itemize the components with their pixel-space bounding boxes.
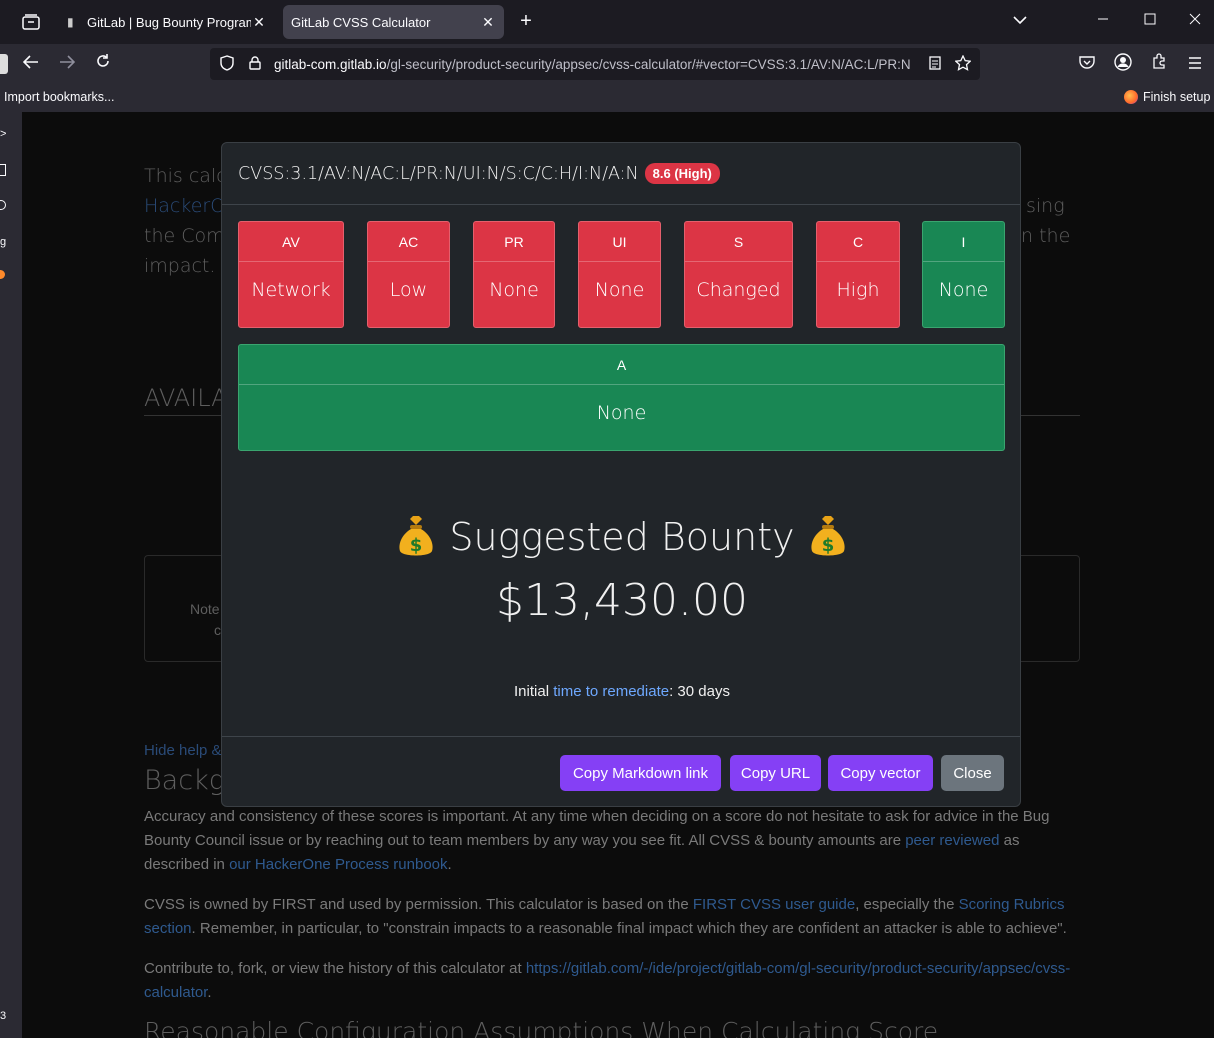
minimize-icon[interactable] (1097, 12, 1109, 28)
metric-ac[interactable]: AC Low (367, 221, 450, 328)
sidebar-chevron-icon[interactable]: > (0, 128, 6, 140)
metric-s[interactable]: S Changed (684, 221, 793, 328)
copy-markdown-link-button[interactable]: Copy Markdown link (560, 755, 721, 791)
hide-help-link[interactable]: Hide help & (144, 742, 222, 759)
sidebar-extension-icon[interactable] (0, 270, 5, 279)
cvss-result-modal: CVSS:3.1/AV:N/AC:L/PR:N/UI:N/S:C/C:H/I:N… (221, 142, 1021, 807)
metric-i[interactable]: I None (922, 221, 1005, 328)
metric-value: None (938, 279, 989, 301)
metric-label: S (685, 222, 792, 262)
metric-value: Network (251, 279, 331, 301)
metric-label: A (239, 345, 1004, 385)
tab-cvss-calculator[interactable]: GitLab CVSS Calculator ✕ (283, 5, 504, 39)
tab-title: GitLab CVSS Calculator (291, 14, 431, 30)
tab-bug-bounty[interactable]: ▮ GitLab | Bug Bounty Program Po ✕ (59, 5, 275, 39)
gitlab-favicon-icon: ▮ (67, 15, 74, 29)
url-bar[interactable]: gitlab-com.gitlab.io/gl-security/product… (210, 48, 980, 80)
forward-icon[interactable] (56, 53, 78, 75)
import-bookmarks-link[interactable]: Import bookmarks... (4, 90, 114, 104)
accuracy-paragraph: Accuracy and consistency of these scores… (144, 808, 1050, 873)
modal-footer: Copy Markdown link Copy URL Copy vector … (222, 736, 1020, 807)
copy-url-button[interactable]: Copy URL (730, 755, 821, 791)
close-window-icon[interactable] (1189, 12, 1201, 28)
metric-label: AC (368, 222, 449, 262)
sidebar-history-icon[interactable] (0, 200, 6, 210)
svg-text:$: $ (821, 535, 834, 556)
bounty-amount: $13,430.00 (496, 575, 748, 626)
close-button[interactable]: Close (941, 755, 1004, 791)
pocket-icon[interactable] (1076, 53, 1098, 75)
time-to-remediate-text: Initial time to remediate: 30 days (514, 683, 730, 700)
metric-value: None (489, 279, 539, 301)
new-tab-icon[interactable]: + (514, 10, 538, 34)
metric-value: Low (389, 279, 428, 301)
metric-label: I (923, 222, 1004, 262)
close-tab-icon[interactable]: ✕ (480, 14, 496, 31)
modal-header: CVSS:3.1/AV:N/AC:L/PR:N/UI:N/S:C/C:H/I:N… (222, 143, 1020, 205)
metric-ui[interactable]: UI None (578, 221, 661, 328)
reload-icon[interactable] (92, 53, 114, 75)
cvss-vector-text: CVSS:3.1/AV:N/AC:L/PR:N/UI:N/S:C/C:H/I:N… (238, 163, 639, 184)
money-bag-icon: $ (809, 515, 847, 559)
bounty-title-text: Suggested Bounty (449, 515, 795, 559)
tab-title: GitLab | Bug Bounty Program Po (87, 14, 251, 30)
navigation-toolbar: gitlab-com.gitlab.io/gl-security/product… (0, 44, 1214, 84)
score-badge: 8.6 (High) (644, 163, 720, 184)
maximize-icon[interactable] (1144, 12, 1156, 28)
contribute-paragraph: Contribute to, fork, or view the history… (144, 960, 1071, 1001)
time-to-remediate-link[interactable]: time to remediate (553, 683, 669, 700)
browser-sidebar: > ɡ 3 (0, 112, 22, 1038)
close-tab-icon[interactable]: ✕ (251, 14, 267, 31)
available-heading: AVAILA (144, 384, 228, 412)
suggested-bounty-heading: $ Suggested Bounty $ (222, 515, 1022, 559)
hackerone-runbook-link[interactable]: our HackerOne Process runbook (229, 856, 447, 873)
cvss-ownership-paragraph: CVSS is owned by FIRST and used by permi… (144, 896, 1067, 937)
intro-text: impact. (144, 255, 216, 277)
firefox-view-icon[interactable] (18, 11, 44, 33)
peer-reviewed-link[interactable]: peer reviewed (905, 832, 999, 849)
metric-c[interactable]: C High (816, 221, 900, 328)
sidebar-bookmarks-icon[interactable] (0, 164, 6, 176)
sidebar-tool-icon[interactable]: ɡ (0, 236, 6, 248)
first-cvss-guide-link[interactable]: FIRST CVSS user guide (693, 896, 855, 913)
metric-a[interactable]: A None (238, 344, 1005, 451)
sidebar-toggle-icon[interactable] (0, 54, 8, 74)
money-bag-icon: $ (397, 515, 435, 559)
note-text: c (214, 622, 221, 638)
bookmark-star-icon[interactable] (952, 53, 974, 74)
extensions-icon[interactable] (1148, 53, 1170, 75)
firefox-logo-icon (1124, 90, 1138, 104)
hackerone-link[interactable]: HackerOr (144, 195, 233, 217)
metric-value: Changed (696, 279, 781, 301)
metric-label: PR (474, 222, 554, 262)
menu-icon[interactable] (1184, 53, 1206, 75)
tab-bar: ▮ GitLab | Bug Bounty Program Po ✕ GitLa… (0, 0, 1214, 44)
copy-vector-button[interactable]: Copy vector (828, 755, 933, 791)
lock-icon[interactable] (244, 55, 266, 73)
metric-label: AV (239, 222, 343, 262)
reader-view-icon[interactable] (924, 55, 946, 73)
list-all-tabs-icon[interactable] (1013, 12, 1027, 28)
finish-setup-label: Finish setup (1143, 90, 1211, 104)
config-assumptions-heading: Reasonable Configuration Assumptions Whe… (144, 1017, 939, 1038)
note-text: Note (190, 601, 220, 617)
intro-text-right: sing (1026, 195, 1065, 217)
metric-label: UI (579, 222, 660, 262)
back-icon[interactable] (20, 53, 42, 75)
url-text: gitlab-com.gitlab.io/gl-security/product… (274, 56, 911, 72)
metric-value: None (596, 402, 647, 424)
finish-setup-link[interactable]: Finish setup (1124, 90, 1210, 104)
metric-pr[interactable]: PR None (473, 221, 555, 328)
svg-text:$: $ (410, 535, 423, 556)
sidebar-bottom-icon[interactable]: 3 (0, 1010, 6, 1022)
bookmarks-bar: Import bookmarks... Finish setup (0, 84, 1214, 112)
metric-value: High (836, 279, 880, 301)
metric-value: None (594, 279, 645, 301)
intro-text-right: n the (1021, 225, 1071, 247)
metric-label: C (817, 222, 899, 262)
tracking-protection-icon[interactable] (216, 54, 238, 74)
account-icon[interactable] (1112, 53, 1134, 75)
metric-av[interactable]: AV Network (238, 221, 344, 328)
